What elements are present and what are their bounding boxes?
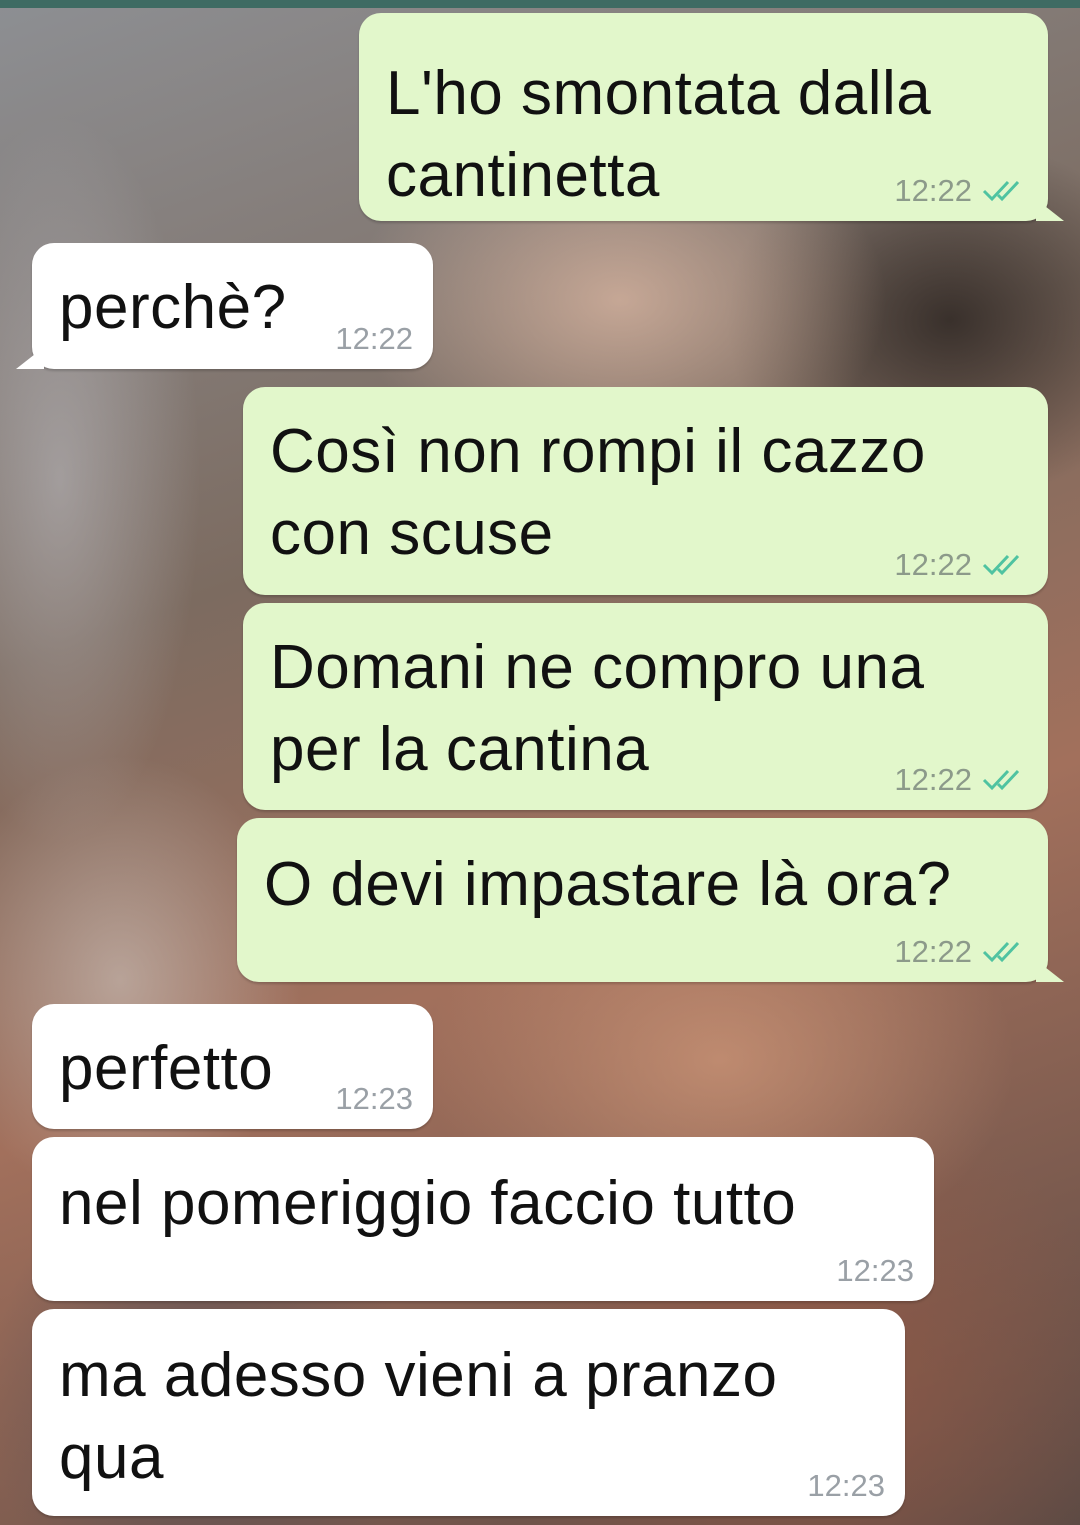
read-double-check-icon: [982, 553, 1028, 577]
message-text: Così non rompi il cazzo con scuse: [270, 417, 926, 568]
message-time: 12:23: [335, 1081, 413, 1116]
message-text: O devi impastare là ora?: [264, 850, 952, 919]
message-text: Domani ne compro una per la cantina: [270, 633, 925, 784]
message-time: 12:22: [894, 762, 972, 797]
incoming-message[interactable]: perchè? 12:22: [16, 243, 433, 369]
message-meta: 12:22: [894, 173, 1028, 209]
message-text: ma adesso vieni a pranzo qua: [59, 1341, 778, 1492]
message-meta: 12:22: [335, 321, 413, 357]
message-text: perfetto: [59, 1034, 274, 1103]
top-bar-edge: [0, 0, 1080, 8]
incoming-message[interactable]: ma adesso vieni a pranzo qua 12:23: [32, 1309, 905, 1516]
outgoing-message[interactable]: Domani ne compro una per la cantina 12:2…: [243, 603, 1048, 810]
message-text: nel pomeriggio faccio tutto: [59, 1169, 797, 1238]
message-time: 12:22: [894, 934, 972, 969]
message-time: 12:23: [836, 1253, 914, 1288]
message-meta: 12:23: [807, 1468, 885, 1504]
incoming-message[interactable]: perfetto 12:23: [32, 1004, 433, 1129]
message-meta: 12:22: [894, 762, 1028, 798]
outgoing-message[interactable]: Così non rompi il cazzo con scuse 12:22: [243, 387, 1048, 595]
message-time: 12:22: [894, 173, 972, 208]
outgoing-message[interactable]: O devi impastare là ora? 12:22: [237, 818, 1064, 982]
read-double-check-icon: [982, 179, 1028, 203]
message-text: L'ho smontata dalla cantinetta: [386, 59, 932, 210]
message-meta: 12:23: [836, 1253, 914, 1289]
message-meta: 12:22: [894, 934, 1028, 970]
outgoing-message[interactable]: L'ho smontata dalla cantinetta 12:22: [359, 13, 1064, 221]
message-meta: 12:23: [335, 1081, 413, 1117]
message-time: 12:22: [894, 547, 972, 582]
message-time: 12:22: [335, 321, 413, 356]
message-text: perchè?: [59, 273, 287, 342]
read-double-check-icon: [982, 768, 1028, 792]
message-time: 12:23: [807, 1468, 885, 1503]
incoming-message[interactable]: nel pomeriggio faccio tutto 12:23: [32, 1137, 934, 1301]
message-meta: 12:22: [894, 547, 1028, 583]
read-double-check-icon: [982, 940, 1028, 964]
